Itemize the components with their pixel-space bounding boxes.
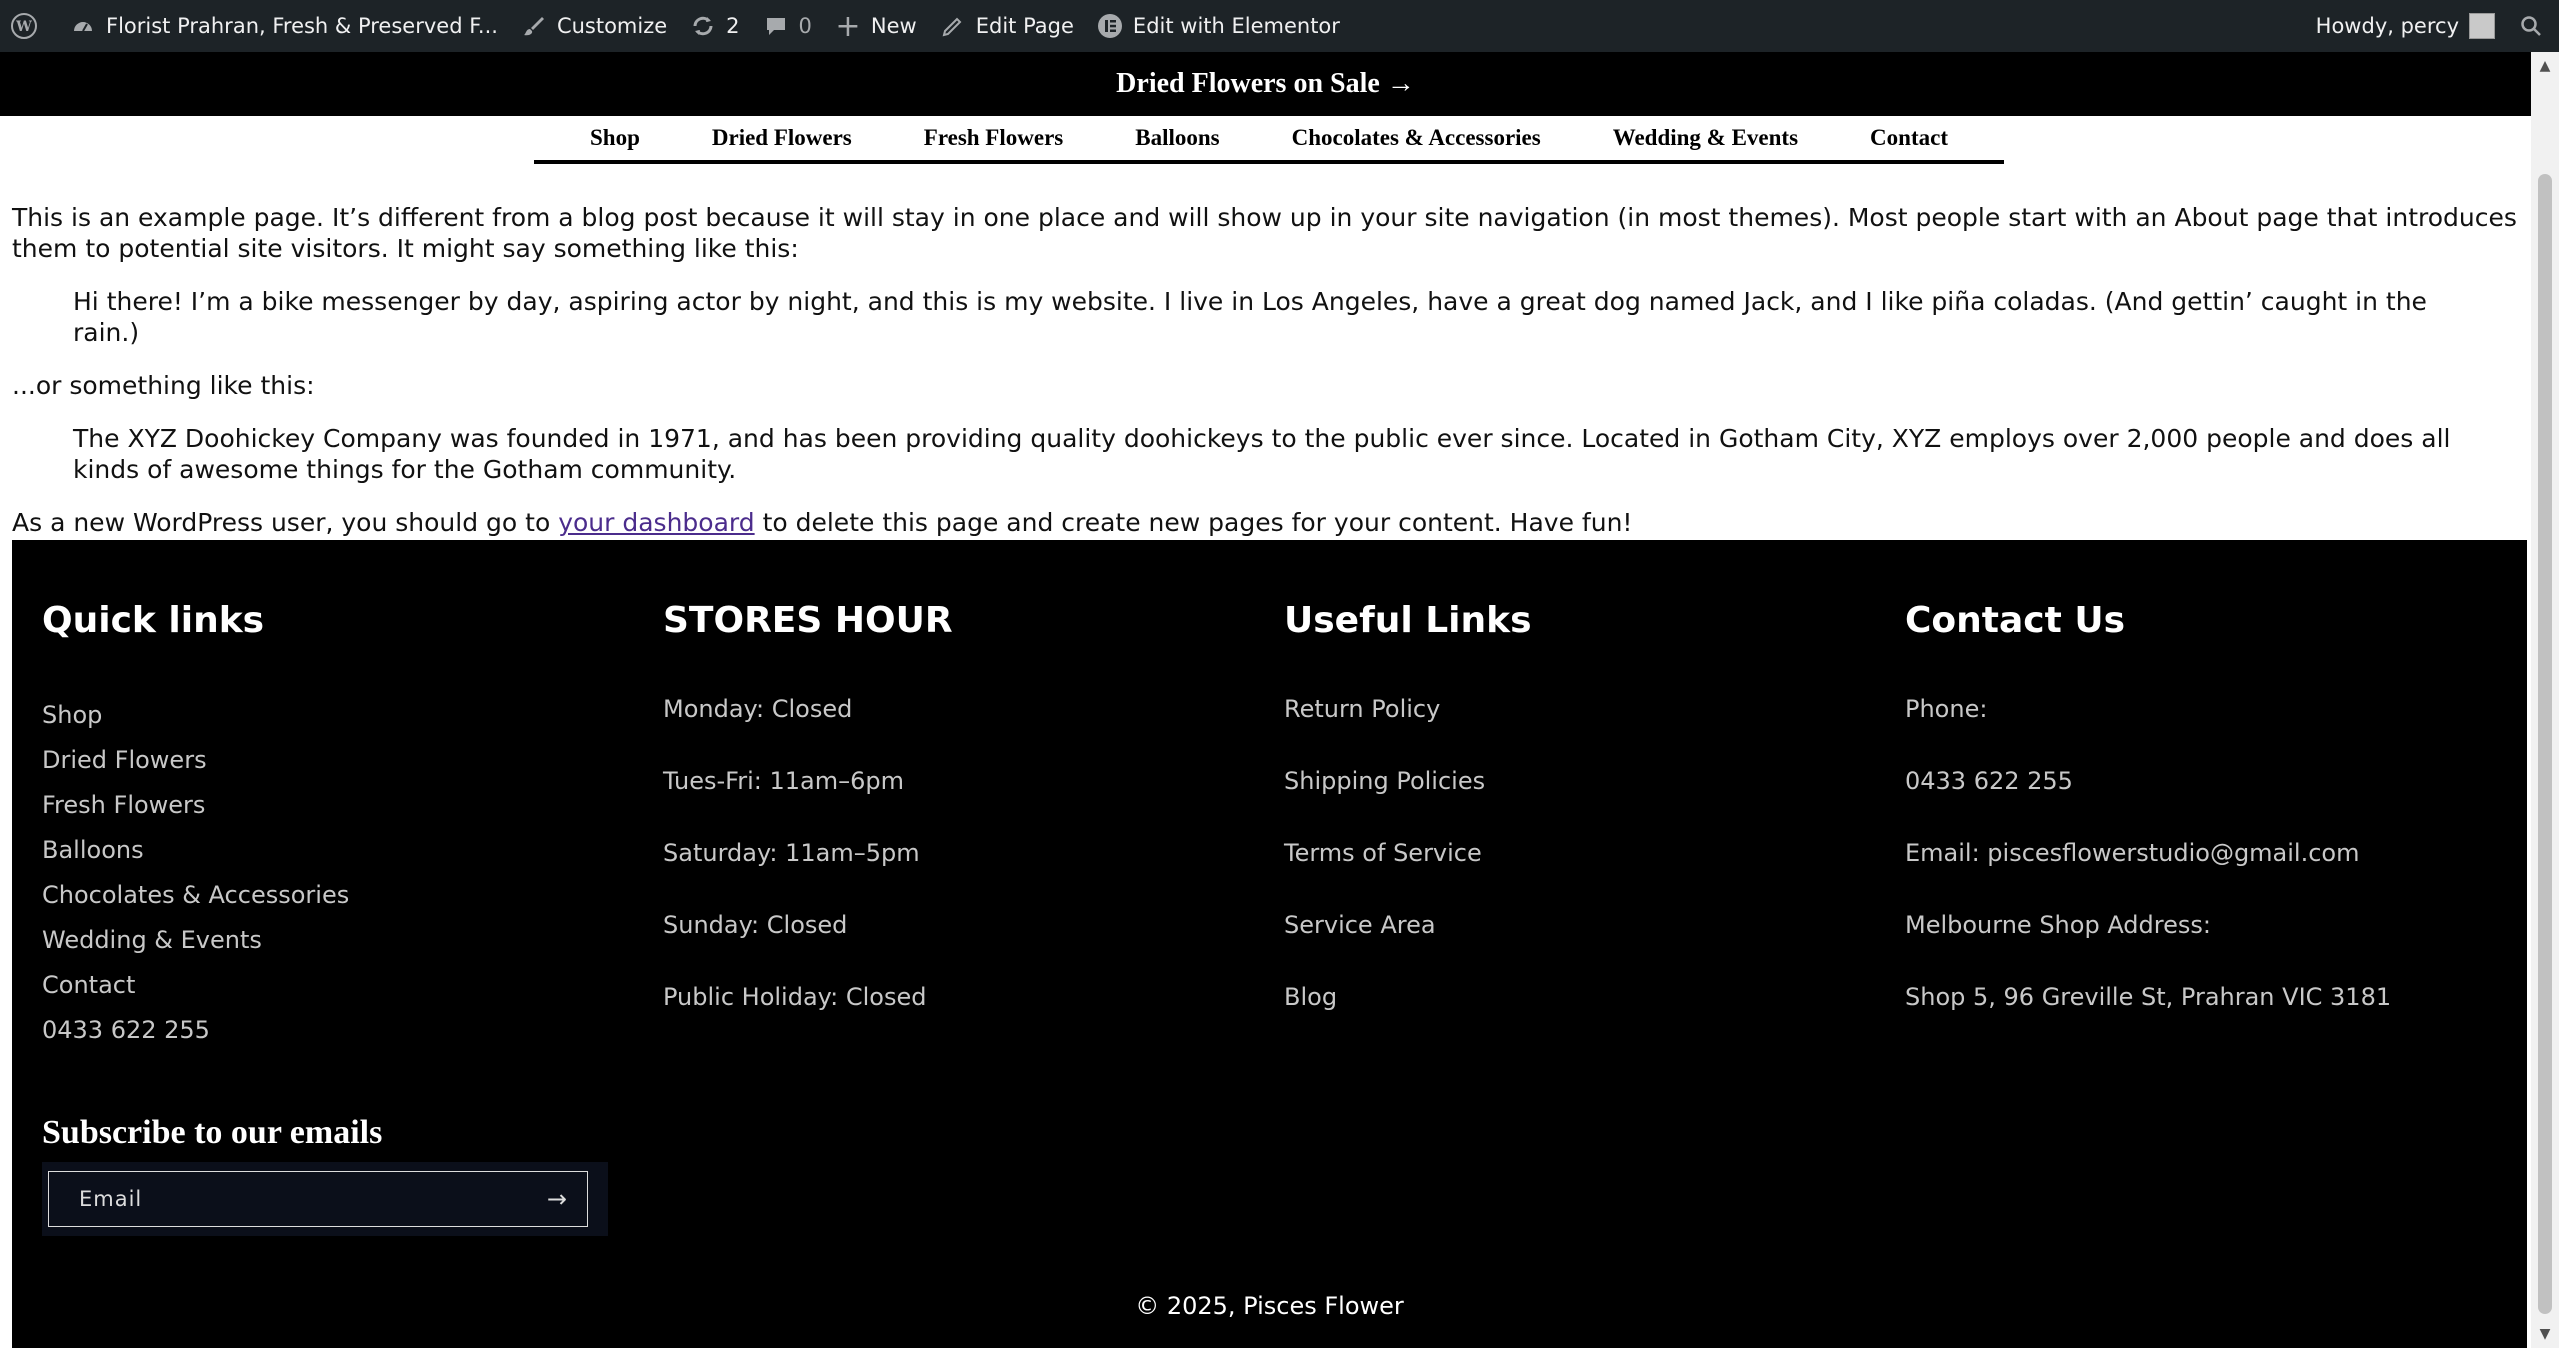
elementor-icon — [1096, 12, 1124, 40]
hours-monday: Monday: Closed — [663, 695, 853, 723]
pencil-icon — [939, 12, 967, 40]
intro-paragraph: This is an example page. It’s different … — [12, 203, 2517, 263]
avatar — [2469, 13, 2495, 39]
footer-link-fresh-flowers[interactable]: Fresh Flowers — [42, 783, 622, 828]
footer-link-phone[interactable]: 0433 622 255 — [42, 1008, 622, 1053]
site-name-menu[interactable]: Florist Prahran, Fresh & Preserved F... — [58, 0, 509, 52]
wordpress-logo-menu[interactable]: W — [0, 0, 58, 52]
example-quote-1: Hi there! I’m a bike messenger by day, a… — [73, 287, 2427, 347]
site-footer: Quick links Shop Dried Flowers Fresh Flo… — [12, 540, 2527, 1348]
footer-link-balloons[interactable]: Balloons — [42, 828, 622, 873]
scrollbar-thumb[interactable] — [2538, 174, 2552, 1314]
wp-admin-bar: W Florist Prahran, Fresh & Preserved F..… — [0, 0, 2559, 52]
wordpress-icon: W — [10, 12, 38, 40]
my-account-menu[interactable]: Howdy, percy — [2305, 0, 2506, 52]
footer-link-dried-flowers[interactable]: Dried Flowers — [42, 738, 622, 783]
stores-hour-heading: STORES HOUR — [663, 600, 953, 641]
email-field-container: → — [48, 1171, 588, 1227]
dashboard-paragraph: As a new WordPress user, you should go t… — [12, 507, 2527, 538]
scroll-up-arrow-icon[interactable]: ▲ — [2531, 52, 2559, 80]
copyright-text: © 2025, Pisces Flower — [1135, 1292, 1404, 1320]
dashboard-icon — [69, 12, 97, 40]
footer-link-shipping-policies[interactable]: Shipping Policies — [1284, 765, 1864, 797]
useful-links-heading: Useful Links — [1284, 600, 1532, 641]
hours-saturday: Saturday: 11am–5pm — [663, 839, 920, 867]
edit-page-label: Edit Page — [975, 14, 1074, 38]
email-input[interactable] — [79, 1187, 499, 1211]
dashboard-text-before: As a new WordPress user, you should go t… — [12, 508, 559, 537]
edit-elementor-label: Edit with Elementor — [1132, 14, 1340, 38]
nav-item-shop[interactable]: Shop — [590, 125, 640, 151]
contact-address-label: Melbourne Shop Address: — [1905, 911, 2211, 939]
contact-us-heading: Contact Us — [1905, 600, 2126, 641]
updates-count: 2 — [726, 14, 740, 38]
comment-icon — [762, 12, 790, 40]
comments-link[interactable]: 0 — [751, 0, 823, 52]
main-navigation: Shop Dried Flowers Fresh Flowers Balloon… — [534, 116, 2004, 164]
plus-icon: + — [835, 8, 861, 44]
nav-item-wedding-events[interactable]: Wedding & Events — [1613, 125, 1798, 151]
customize-label: Customize — [556, 14, 668, 38]
nav-item-dried-flowers[interactable]: Dried Flowers — [712, 125, 852, 151]
or-paragraph: ...or something like this: — [12, 371, 315, 400]
comments-count: 0 — [798, 14, 812, 38]
updates-link[interactable]: 2 — [678, 0, 750, 52]
admin-search-button[interactable] — [2506, 0, 2559, 52]
hours-tues-fri: Tues-Fri: 11am–6pm — [663, 767, 904, 795]
nav-item-contact[interactable]: Contact — [1870, 125, 1948, 151]
footer-link-contact[interactable]: Contact — [42, 963, 622, 1008]
new-label: New — [870, 14, 917, 38]
announcement-text: Dried Flowers on Sale → — [1116, 68, 1415, 99]
contact-email: Email: piscesflowerstudio@gmail.com — [1905, 839, 2360, 867]
footer-useful-links: Useful Links Return Policy Shipping Poli… — [1284, 600, 1864, 1053]
subscribe-heading: Subscribe to our emails — [42, 1114, 383, 1151]
dashboard-link[interactable]: your dashboard — [558, 508, 754, 537]
edit-page-link[interactable]: Edit Page — [928, 0, 1085, 52]
example-quote-2: The XYZ Doohickey Company was founded in… — [73, 424, 2451, 484]
howdy-label: Howdy, percy — [2315, 14, 2459, 38]
email-form: → — [42, 1162, 608, 1236]
site-name-label: Florist Prahran, Fresh & Preserved F... — [106, 14, 498, 38]
footer-link-wedding-events[interactable]: Wedding & Events — [42, 918, 622, 963]
hours-sunday: Sunday: Closed — [663, 911, 848, 939]
new-content-menu[interactable]: + New — [823, 0, 928, 52]
contact-address: Shop 5, 96 Greville St, Prahran VIC 3181 — [1905, 983, 2392, 1011]
quick-links-heading: Quick links — [42, 600, 265, 641]
announcement-bar[interactable]: Dried Flowers on Sale → — [0, 52, 2531, 116]
footer-link-blog[interactable]: Blog — [1284, 981, 1864, 1013]
nav-item-chocolates-accessories[interactable]: Chocolates & Accessories — [1292, 125, 1541, 151]
nav-item-balloons[interactable]: Balloons — [1135, 125, 1219, 151]
footer-quick-links: Quick links Shop Dried Flowers Fresh Flo… — [42, 600, 622, 1053]
dashboard-text-after: to delete this page and create new pages… — [754, 508, 1633, 537]
nav-item-fresh-flowers[interactable]: Fresh Flowers — [924, 125, 1063, 151]
search-icon — [2517, 12, 2545, 40]
newsletter-signup: Subscribe to our emails → — [42, 1114, 608, 1236]
hours-public-holiday: Public Holiday: Closed — [663, 983, 927, 1011]
footer-link-return-policy[interactable]: Return Policy — [1284, 693, 1864, 725]
footer-link-chocolates-accessories[interactable]: Chocolates & Accessories — [42, 873, 622, 918]
footer-stores-hour: STORES HOUR Monday: Closed Tues-Fri: 11a… — [663, 600, 1243, 1053]
contact-phone-number: 0433 622 255 — [1905, 767, 2073, 795]
edit-elementor-link[interactable]: Edit with Elementor — [1085, 0, 1351, 52]
scroll-down-arrow-icon[interactable]: ▼ — [2531, 1320, 2559, 1348]
page-content: This is an example page. It’s different … — [12, 202, 2527, 560]
footer-contact-us: Contact Us Phone: 0433 622 255 Email: pi… — [1905, 600, 2485, 1053]
updates-icon — [689, 12, 717, 40]
footer-link-service-area[interactable]: Service Area — [1284, 909, 1864, 941]
brush-icon — [520, 12, 548, 40]
contact-phone-label: Phone: — [1905, 695, 1988, 723]
footer-link-terms-of-service[interactable]: Terms of Service — [1284, 837, 1864, 869]
page-scrollbar[interactable]: ▲ ▼ — [2531, 52, 2559, 1348]
svg-text:W: W — [15, 19, 32, 35]
arrow-right-icon[interactable]: → — [547, 1185, 567, 1213]
footer-link-shop[interactable]: Shop — [42, 693, 622, 738]
customize-link[interactable]: Customize — [509, 0, 678, 52]
